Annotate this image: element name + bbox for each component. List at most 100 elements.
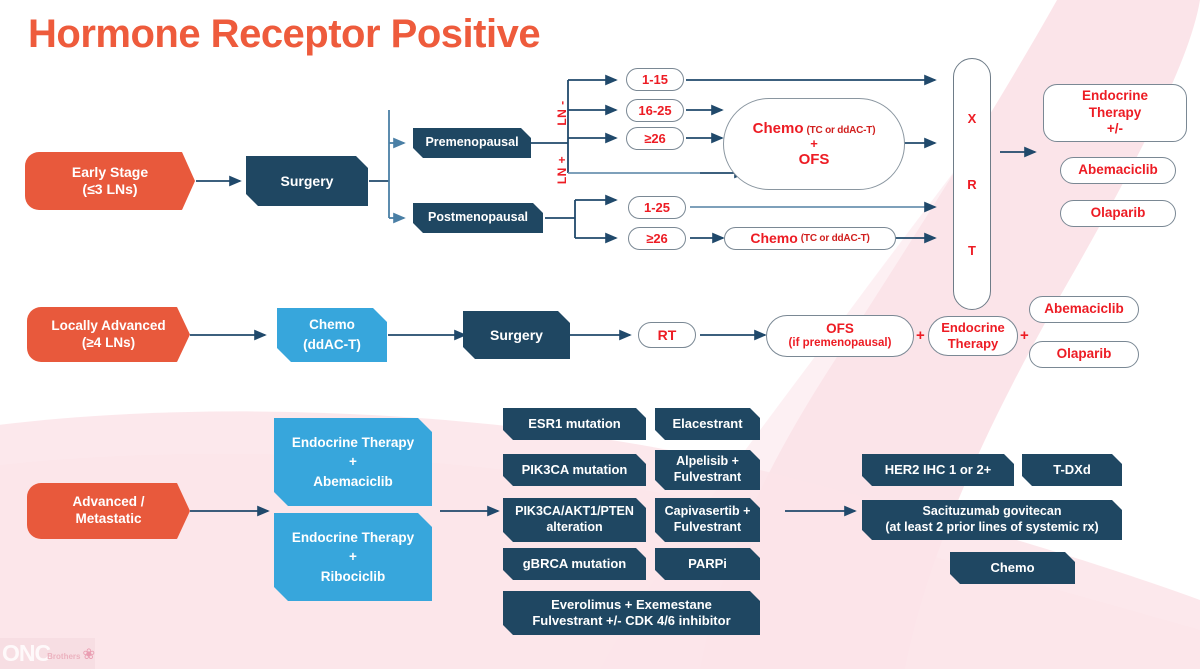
chemo-post-node[interactable]: Chemo (TC or ddAC-T) [724, 227, 896, 250]
fl-ribo-line1: Endocrine Therapy [291, 529, 415, 545]
biomarker-gbrca[interactable]: gBRCA mutation [503, 548, 646, 580]
premenopausal-label: Premenopausal [425, 135, 519, 150]
pre-score-1-label: 1-15 [641, 71, 669, 87]
logo-text: ONC [2, 640, 51, 666]
first-line-ribociclib-node[interactable]: Endocrine Therapy + Ribociclib [274, 513, 432, 601]
postmenopausal-label: Postmenopausal [427, 210, 529, 225]
la-rt-label: RT [657, 326, 677, 343]
chemo-ofs-plus: + [810, 135, 818, 151]
xrt-x: X [967, 110, 977, 126]
early-surgery-label: Surgery [280, 172, 334, 189]
therapy-capivasertib-line2: Fulvestrant [673, 520, 742, 534]
her2-ihc-label: HER2 IHC 1 or 2+ [884, 461, 992, 477]
post-score-2-label: ≥26 [646, 230, 668, 246]
la-plus-1: + [916, 327, 925, 344]
pre-score-1[interactable]: 1-15 [626, 68, 684, 91]
early-endocrine-node[interactable]: Endocrine Therapy +/- [1043, 84, 1187, 142]
first-line-abemaciclib-node[interactable]: Endocrine Therapy + Abemaciclib [274, 418, 432, 506]
therapy-elacestrant-label: Elacestrant [672, 415, 743, 431]
la-chemo-line2: (ddAC-T) [303, 337, 361, 352]
tdxd-node[interactable]: T-DXd [1022, 454, 1122, 486]
ln-positive-label: LN + [555, 155, 569, 185]
therapy-alpelisib-line2: Fulvestrant [673, 470, 742, 484]
biomarker-pik3ca-label: PIK3CA mutation [521, 461, 628, 477]
pre-score-2-label: 16-25 [638, 102, 672, 118]
la-ofs-node[interactable]: OFS (if premenopausal) [766, 315, 914, 357]
early-olaparib-node[interactable]: Olaparib [1060, 200, 1176, 227]
locally-advanced-node[interactable]: Locally Advanced (≥4 LNs) [27, 307, 190, 362]
everolimus-node[interactable]: Everolimus + Exemestane Fulvestrant +/- … [503, 591, 760, 635]
early-abemaciclib-label: Abemaciclib [1078, 162, 1158, 178]
advanced-metastatic-node[interactable]: Advanced / Metastatic [27, 483, 190, 539]
fl-abema-line2: + [349, 454, 357, 470]
therapy-capivasertib[interactable]: Capivasertib + Fulvestrant [655, 498, 760, 542]
tdxd-label: T-DXd [1053, 461, 1091, 477]
biomarker-pik3ca[interactable]: PIK3CA mutation [503, 454, 646, 486]
la-chemo-line1: Chemo [309, 317, 355, 333]
chemo-ofs-main: Chemo [752, 119, 804, 137]
therapy-alpelisib[interactable]: Alpelisib + Fulvestrant [655, 450, 760, 490]
la-abemaciclib-node[interactable]: Abemaciclib [1029, 296, 1139, 323]
fl-abema-line1: Endocrine Therapy [291, 434, 415, 450]
la-ofs-line2: (if premenopausal) [788, 337, 892, 350]
advanced-line1: Advanced / [72, 494, 145, 510]
postmenopausal-node[interactable]: Postmenopausal [413, 203, 543, 233]
onc-brothers-logo: ONC Brothers ❀ [0, 638, 95, 669]
early-olaparib-label: Olaparib [1090, 205, 1146, 221]
la-olaparib-label: Olaparib [1056, 346, 1112, 362]
post-score-1[interactable]: 1-25 [628, 196, 686, 219]
her2-ihc-node[interactable]: HER2 IHC 1 or 2+ [862, 454, 1014, 486]
la-plus-2: + [1020, 327, 1029, 344]
biomarker-pik3ca-akt1-pten[interactable]: PIK3CA/AKT1/PTEN alteration [503, 498, 646, 542]
la-endocrine-node[interactable]: Endocrine Therapy [928, 316, 1018, 356]
early-abemaciclib-node[interactable]: Abemaciclib [1060, 157, 1176, 184]
xrt-node[interactable]: X R T [953, 58, 991, 310]
la-olaparib-node[interactable]: Olaparib [1029, 341, 1139, 368]
early-stage-line2: (≤3 LNs) [82, 181, 138, 197]
pre-score-3-label: ≥26 [644, 130, 666, 146]
everolimus-line2: Fulvestrant +/- CDK 4/6 inhibitor [532, 613, 731, 628]
chemo-post-main: Chemo [750, 230, 798, 247]
therapy-parpi-label: PARPi [688, 555, 727, 571]
therapy-parpi[interactable]: PARPi [655, 548, 760, 580]
chemo-post-detail: (TC or ddAC-T) [800, 232, 870, 244]
la-rt-node[interactable]: RT [638, 322, 696, 348]
early-endocrine-line3: +/- [1106, 121, 1124, 137]
sacituzumab-line2: (at least 2 prior lines of systemic rx) [885, 520, 1099, 534]
chemo-ofs-second: OFS [798, 151, 830, 169]
early-endocrine-line2: Therapy [1088, 104, 1142, 120]
post-score-1-label: 1-25 [643, 199, 671, 215]
ln-negative-label: LN - [555, 100, 569, 126]
pre-score-3[interactable]: ≥26 [626, 127, 684, 150]
therapy-capivasertib-line1: Capivasertib + [664, 504, 751, 519]
post-score-2[interactable]: ≥26 [628, 227, 686, 250]
premenopausal-node[interactable]: Premenopausal [413, 128, 531, 158]
advanced-chemo-label: Chemo [990, 559, 1035, 575]
xrt-t: T [968, 242, 976, 258]
logo-subtext: Brothers [47, 652, 81, 661]
advanced-chemo-node[interactable]: Chemo [950, 552, 1075, 584]
pre-score-2[interactable]: 16-25 [626, 99, 684, 122]
advanced-line2: Metastatic [75, 511, 142, 526]
sacituzumab-node[interactable]: Sacituzumab govitecan (at least 2 prior … [862, 500, 1122, 540]
pink-ribbon-icon: ❀ [82, 645, 96, 663]
xrt-r: R [967, 176, 977, 192]
early-surgery-node[interactable]: Surgery [246, 156, 368, 206]
biomarker-esr1[interactable]: ESR1 mutation [503, 408, 646, 440]
fl-abema-line3: Abemaciclib [313, 473, 393, 489]
biomarker-esr1-label: ESR1 mutation [528, 415, 621, 431]
everolimus-line1: Everolimus + Exemestane [551, 596, 712, 612]
locally-advanced-line2: (≥4 LNs) [81, 334, 136, 350]
chemo-ofs-node[interactable]: Chemo (TC or ddAC-T) + OFS [723, 98, 905, 190]
page-title: Hormone Receptor Positive [28, 12, 541, 56]
biomarker-pten-line2: alteration [546, 520, 603, 534]
la-surgery-node[interactable]: Surgery [463, 311, 570, 359]
biomarker-gbrca-label: gBRCA mutation [522, 555, 627, 571]
early-stage-node[interactable]: Early Stage (≤3 LNs) [25, 152, 195, 210]
early-stage-line1: Early Stage [71, 163, 149, 180]
la-endocrine-line1: Endocrine [941, 320, 1005, 336]
chemo-ofs-detail: (TC or ddAC-T) [806, 124, 876, 136]
la-chemo-node[interactable]: Chemo (ddAC-T) [277, 308, 387, 362]
therapy-elacestrant[interactable]: Elacestrant [655, 408, 760, 440]
la-abemaciclib-label: Abemaciclib [1044, 301, 1124, 317]
